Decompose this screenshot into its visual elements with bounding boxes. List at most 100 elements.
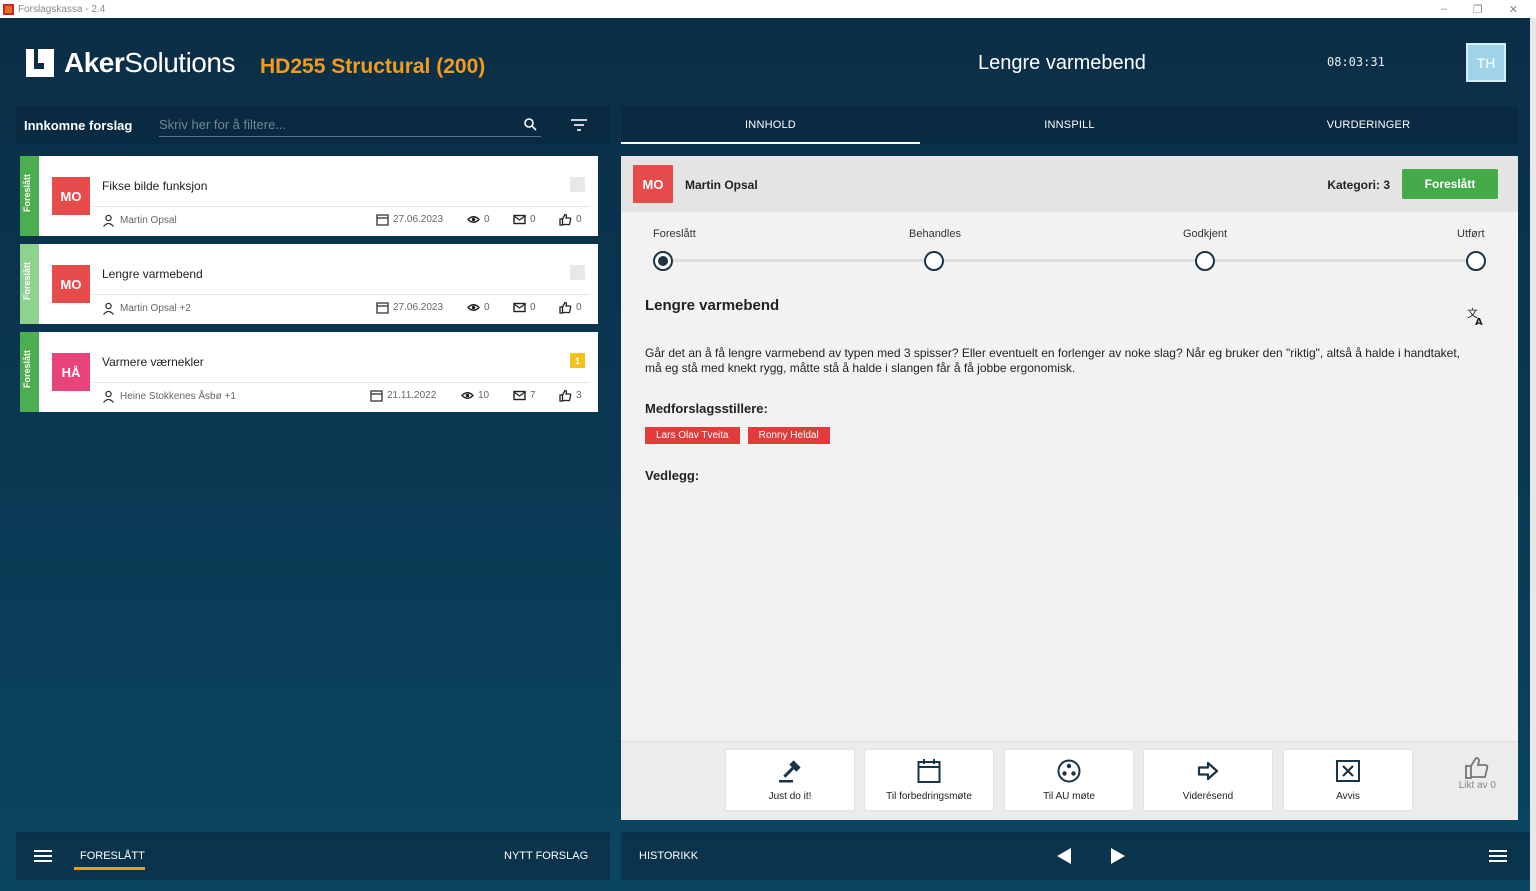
filter-icon[interactable] <box>570 118 588 132</box>
arrow-right-icon <box>1197 761 1219 781</box>
detail-tabs: INNHOLD INNSPILL VURDERINGER <box>621 106 1518 144</box>
new-proposal-button[interactable]: NYTT FORSLAG <box>504 850 588 862</box>
window-titlebar: Forslagskassa - 2.4 – ❐ ✕ <box>0 0 1536 18</box>
card-author: Martin Opsal <box>102 214 177 227</box>
card-title: Fikse bilde funksjon <box>102 179 208 193</box>
eye-icon <box>461 392 474 399</box>
group-icon <box>1057 759 1081 783</box>
eye-icon <box>467 216 480 223</box>
step-dot <box>1466 251 1486 271</box>
search-icon[interactable] <box>523 117 537 131</box>
co-author-chip[interactable]: Ronny Heldal <box>747 427 830 444</box>
bottom-nav-left: FORESLÅTT NYTT FORSLAG <box>16 832 610 880</box>
card-messages: 0 <box>513 213 536 226</box>
thumbs-up-icon <box>559 301 572 314</box>
tab-innhold[interactable]: INNHOLD <box>621 106 920 144</box>
menu-icon[interactable] <box>34 849 52 863</box>
history-button[interactable]: HISTORIKK <box>639 850 698 862</box>
calendar-icon <box>376 302 389 314</box>
card-views: 10 <box>461 389 489 402</box>
proposal-title: Lengre varmebend <box>645 297 780 314</box>
tab-vurderinger[interactable]: VURDERINGER <box>1219 106 1518 144</box>
just-do-it-button[interactable]: Just do it! <box>725 749 855 811</box>
card-likes: 0 <box>559 301 582 314</box>
detail-header: MO Martin Opsal Kategori: 3 Foreslått <box>621 156 1518 212</box>
step-dot <box>1195 251 1215 271</box>
like-counter[interactable]: Likt av 0 <box>1459 756 1496 791</box>
card-title: Varmere værnekler <box>102 355 204 369</box>
app-header: AkerSolutions HD255 Structural (200) Len… <box>0 18 1530 106</box>
co-author-chip[interactable]: Lars Olav Tveita <box>645 427 740 444</box>
calendar-icon <box>370 390 383 402</box>
author-name: Martin Opsal <box>685 178 758 192</box>
proposal-card[interactable]: Foreslått HÅ Varmere værnekler 1 Heine S… <box>20 332 598 412</box>
gavel-icon <box>779 760 801 783</box>
thumbs-up-icon <box>1465 757 1489 779</box>
person-icon <box>103 214 114 227</box>
logo-text: AkerSolutions <box>64 47 235 78</box>
avatar: MO <box>633 165 673 203</box>
search-box <box>159 113 541 137</box>
inbox-toolbar: Innkomne forslag <box>16 106 610 144</box>
app-icon <box>3 3 14 15</box>
unread-badge: 1 <box>570 353 585 368</box>
reject-button[interactable]: Avvis <box>1283 749 1413 811</box>
mail-icon <box>513 390 526 401</box>
person-icon <box>103 390 114 403</box>
menu-icon[interactable] <box>1489 849 1507 863</box>
restore-button[interactable]: ❐ <box>1473 3 1483 16</box>
minimize-button[interactable]: – <box>1441 3 1447 15</box>
step-dot <box>924 251 944 271</box>
tab-proposed[interactable]: FORESLÅTT <box>80 850 145 862</box>
to-au-meeting-button[interactable]: Til AU møte <box>1004 749 1134 811</box>
close-button[interactable]: ✕ <box>1509 3 1518 16</box>
co-authors-list: Lars Olav Tveita Ronny Heldal <box>645 427 830 444</box>
user-avatar[interactable]: TH <box>1466 43 1506 82</box>
previous-arrow-icon[interactable] <box>1056 847 1072 865</box>
select-checkbox[interactable] <box>570 177 585 192</box>
step-dot <box>653 251 673 271</box>
avatar: MO <box>52 177 90 215</box>
active-tab-indicator <box>74 867 145 870</box>
card-date: 21.11.2022 <box>370 389 436 402</box>
select-checkbox[interactable] <box>570 265 585 280</box>
next-arrow-icon[interactable] <box>1110 847 1126 865</box>
thumbs-up-icon <box>559 389 572 402</box>
status-strip: Foreslått <box>20 332 39 412</box>
thumbs-up-icon <box>559 213 572 226</box>
proposal-detail: MO Martin Opsal Kategori: 3 Foreslått Fo… <box>621 156 1518 820</box>
svg-text:A: A <box>1475 317 1483 326</box>
company-logo: AkerSolutions <box>26 47 235 79</box>
mail-icon <box>513 214 526 225</box>
card-author: Martin Opsal +2 <box>102 302 191 315</box>
window-controls: – ❐ ✕ <box>1441 0 1518 18</box>
clock: 08:03:31 <box>1327 55 1385 69</box>
eye-icon <box>467 304 480 311</box>
avatar: HÅ <box>52 353 90 391</box>
translate-icon[interactable]: 文 A <box>1466 306 1486 326</box>
tab-innspill[interactable]: INNSPILL <box>920 106 1219 144</box>
status-button[interactable]: Foreslått <box>1402 169 1498 199</box>
avatar: MO <box>52 265 90 303</box>
to-improvement-meeting-button[interactable]: Til forbedringsmøte <box>864 749 994 811</box>
card-views: 0 <box>467 301 490 314</box>
proposal-card[interactable]: Foreslått MO Lengre varmebend Martin Ops… <box>20 244 598 324</box>
forward-button[interactable]: Viderésend <box>1143 749 1273 811</box>
project-title: HD255 Structural (200) <box>260 55 486 78</box>
window-title: Forslagskassa - 2.4 <box>18 3 106 15</box>
bottom-nav-right: HISTORIKK <box>621 832 1530 880</box>
proposal-card[interactable]: Foreslått MO Fikse bilde funksjon Martin… <box>20 156 598 236</box>
inbox-label: Innkomne forslag <box>24 117 133 133</box>
step-label: Foreslått <box>653 228 696 240</box>
card-date: 27.06.2023 <box>376 213 443 226</box>
card-title: Lengre varmebend <box>102 267 203 281</box>
category-label: Kategori: 3 <box>1327 178 1390 192</box>
card-author: Heine Stokkenes Åsbø +1 <box>102 390 236 403</box>
likes-label: Likt av 0 <box>1458 780 1496 791</box>
window-edge <box>1530 18 1536 891</box>
card-likes: 0 <box>559 213 582 226</box>
mail-icon <box>513 302 526 313</box>
status-strip: Foreslått <box>20 244 39 324</box>
card-messages: 0 <box>513 301 536 314</box>
search-input[interactable] <box>159 113 499 135</box>
